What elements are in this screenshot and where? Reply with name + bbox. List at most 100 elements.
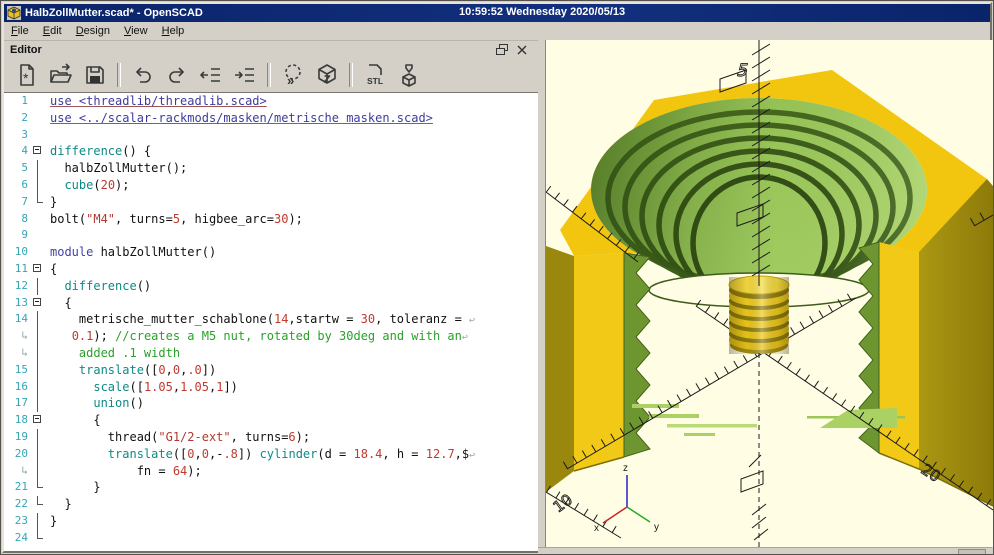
code-line[interactable]: 10module halbZollMutter()	[4, 244, 538, 261]
new-icon	[14, 63, 40, 87]
fold-gutter	[32, 160, 44, 177]
code-line[interactable]: 8bolt("M4", turns=5, higbee_arc=30);	[4, 211, 538, 228]
code-line[interactable]: 24	[4, 530, 538, 547]
code-text: 0.1); //creates a M5 nut, rotated by 30d…	[44, 328, 468, 345]
line-number: 16	[4, 379, 32, 396]
line-number: 14	[4, 311, 32, 328]
code-line[interactable]: 3	[4, 127, 538, 144]
line-number: 11	[4, 261, 32, 278]
code-line[interactable]: 13 {	[4, 295, 538, 312]
resize-grip[interactable]	[958, 549, 986, 555]
code-line[interactable]: 6 cube(20);	[4, 177, 538, 194]
fold-gutter	[32, 446, 44, 463]
wrap-marker: ↳	[4, 463, 32, 480]
render-button[interactable]	[311, 61, 343, 89]
fold-gutter	[32, 110, 44, 127]
editor-toolbar	[4, 58, 538, 92]
code-text: fn = 64);	[44, 463, 202, 480]
fold-gutter	[32, 211, 44, 228]
preview-icon	[280, 63, 306, 87]
export-stl-button[interactable]	[359, 61, 391, 89]
line-number: 6	[4, 177, 32, 194]
openscad-window: HalbZollMutter.scad* - OpenSCAD 10:59:52…	[0, 0, 994, 555]
undo-button[interactable]	[127, 61, 159, 89]
fold-toggle-icon[interactable]	[32, 412, 44, 429]
code-line[interactable]: 12 difference()	[4, 278, 538, 295]
menu-file[interactable]: File	[4, 23, 36, 39]
code-line[interactable]: 9	[4, 227, 538, 244]
code-text: translate([0,0,-.8]) cylinder(d = 18.4, …	[44, 446, 475, 463]
fold-gutter	[32, 463, 44, 480]
code-line[interactable]: 18 {	[4, 412, 538, 429]
fold-gutter	[32, 429, 44, 446]
code-line[interactable]: 19 thread("G1/2-ext", turns=6);	[4, 429, 538, 446]
code-line[interactable]: 7}	[4, 194, 538, 211]
new-button[interactable]	[11, 61, 43, 89]
code-text: }	[44, 496, 72, 513]
title-bar[interactable]: HalbZollMutter.scad* - OpenSCAD 10:59:52…	[4, 4, 990, 22]
code-line[interactable]: 4difference() {	[4, 143, 538, 160]
redo-button[interactable]	[161, 61, 193, 89]
fold-gutter	[32, 194, 44, 211]
menu-design[interactable]: Design	[69, 23, 117, 39]
print3d-icon	[396, 63, 422, 87]
code-editor[interactable]: 1use <threadlib/threadlib.scad>2use <../…	[4, 92, 539, 551]
triad-x-label: x	[594, 523, 599, 534]
preview-button[interactable]	[277, 61, 309, 89]
wrap-marker: ↳	[4, 345, 32, 362]
float-panel-button[interactable]	[496, 44, 508, 56]
code-line[interactable]: 1use <threadlib/threadlib.scad>	[4, 93, 538, 110]
fold-gutter	[32, 328, 44, 345]
line-number: 7	[4, 194, 32, 211]
code-line[interactable]: 16 scale([1.05,1.05,1])	[4, 379, 538, 396]
code-line[interactable]: 21 }	[4, 479, 538, 496]
menu-edit[interactable]: Edit	[36, 23, 69, 39]
code-text: bolt("M4", turns=5, higbee_arc=30);	[44, 211, 303, 228]
code-text	[44, 530, 50, 547]
save-button[interactable]	[79, 61, 111, 89]
code-line[interactable]: 17 union()	[4, 395, 538, 412]
code-text: translate([0,0,.0])	[44, 362, 216, 379]
code-line[interactable]: 5 halbZollMutter();	[4, 160, 538, 177]
menu-view[interactable]: View	[117, 23, 155, 39]
menu-help[interactable]: Help	[155, 23, 192, 39]
code-line[interactable]: 2use <../scalar-rackmods/masken/metrisch…	[4, 110, 538, 127]
fold-toggle-icon[interactable]	[32, 295, 44, 312]
fold-gutter	[32, 379, 44, 396]
fold-toggle-icon[interactable]	[32, 143, 44, 160]
code-line[interactable]: 23}	[4, 513, 538, 530]
code-line[interactable]: 15 translate([0,0,.0])	[4, 362, 538, 379]
unindent-button[interactable]	[195, 61, 227, 89]
line-number: 18	[4, 412, 32, 429]
fold-gutter	[32, 395, 44, 412]
fold-gutter	[32, 362, 44, 379]
code-line[interactable]: ↳ fn = 64);	[4, 463, 538, 480]
titlebar-clock: 10:59:52 Wednesday 2020/05/13	[459, 6, 625, 18]
code-line[interactable]: ↳ 0.1); //creates a M5 nut, rotated by 3…	[4, 328, 538, 345]
close-panel-icon[interactable]	[516, 44, 528, 56]
save-icon	[82, 63, 108, 87]
code-line[interactable]: 14 metrische_mutter_schablone(14,startw …	[4, 311, 538, 328]
fold-gutter	[32, 177, 44, 194]
fold-gutter	[32, 244, 44, 261]
code-line[interactable]: 20 translate([0,0,-.8]) cylinder(d = 18.…	[4, 446, 538, 463]
fold-toggle-icon[interactable]	[32, 261, 44, 278]
line-number: 13	[4, 295, 32, 312]
fold-gutter	[32, 530, 44, 547]
render-scene[interactable]: 5 10 20 z x y	[545, 40, 993, 547]
code-line[interactable]: ↳ added .1 width	[4, 345, 538, 362]
render-icon	[314, 63, 340, 87]
code-text: metrische_mutter_schablone(14,startw = 3…	[44, 311, 475, 328]
code-text: {	[44, 261, 57, 278]
fold-gutter	[32, 127, 44, 144]
code-line[interactable]: 22 }	[4, 496, 538, 513]
print3d-button[interactable]	[393, 61, 425, 89]
fold-gutter	[32, 93, 44, 110]
line-number: 12	[4, 278, 32, 295]
line-number: 2	[4, 110, 32, 127]
3d-viewport[interactable]: 5 10 20 z x y	[538, 40, 992, 547]
open-button[interactable]	[45, 61, 77, 89]
code-line[interactable]: 11 {	[4, 261, 538, 278]
indent-button[interactable]	[229, 61, 261, 89]
code-text: }	[44, 194, 57, 211]
